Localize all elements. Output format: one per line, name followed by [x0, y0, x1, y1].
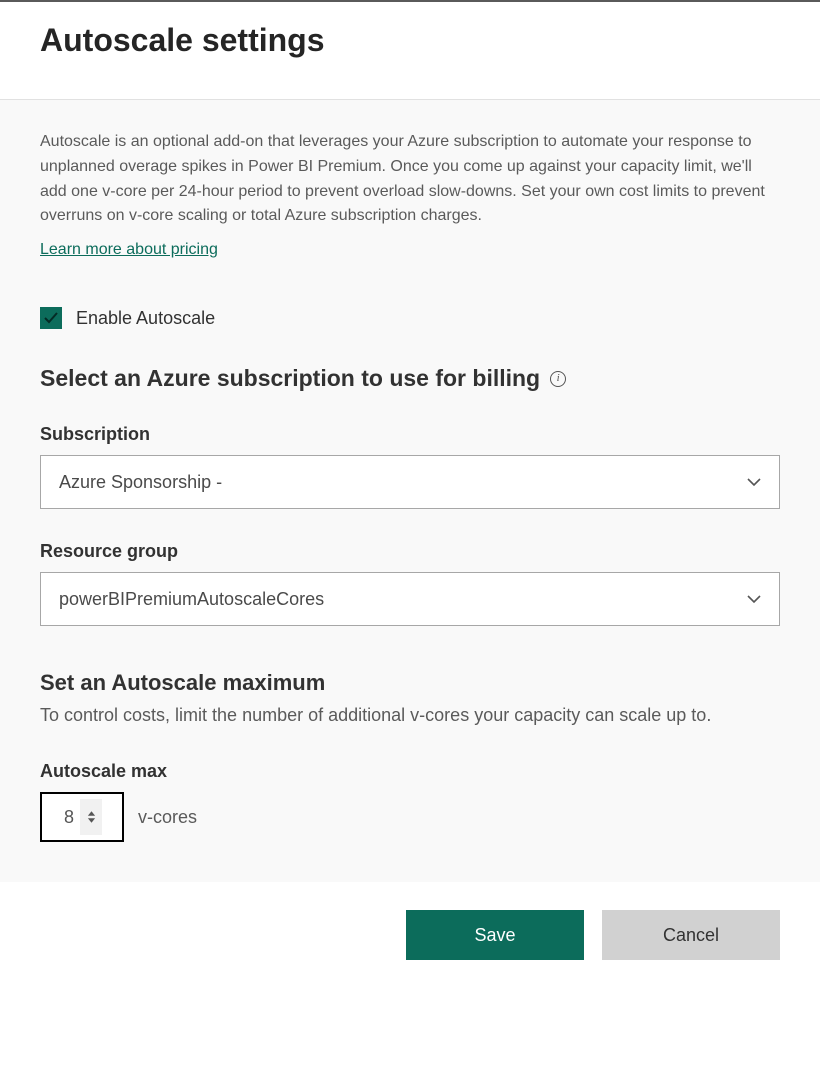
resource-group-dropdown[interactable]: powerBIPremiumAutoscaleCores [40, 572, 780, 626]
autoscale-max-row: v-cores [40, 792, 780, 842]
resource-group-value: powerBIPremiumAutoscaleCores [59, 589, 324, 610]
checkmark-icon [43, 310, 59, 326]
learn-more-link[interactable]: Learn more about pricing [40, 241, 218, 259]
billing-heading: Select an Azure subscription to use for … [40, 365, 780, 392]
triangle-up-icon [87, 810, 96, 817]
chevron-down-icon [747, 592, 761, 606]
info-icon[interactable]: i [550, 371, 566, 387]
autoscale-max-input[interactable] [48, 807, 80, 828]
chevron-down-icon [747, 475, 761, 489]
quantity-stepper[interactable] [80, 799, 102, 835]
maximum-heading: Set an Autoscale maximum [40, 670, 780, 696]
enable-autoscale-checkbox[interactable] [40, 307, 62, 329]
subscription-dropdown[interactable]: Azure Sponsorship - [40, 455, 780, 509]
dialog-footer: Save Cancel [0, 882, 820, 978]
subscription-label: Subscription [40, 424, 780, 445]
dialog-body: Autoscale is an optional add-on that lev… [0, 99, 820, 882]
autoscale-max-label: Autoscale max [40, 761, 780, 782]
maximum-description: To control costs, limit the number of ad… [40, 702, 780, 729]
enable-autoscale-label: Enable Autoscale [76, 308, 215, 329]
triangle-down-icon [87, 817, 96, 824]
subscription-value: Azure Sponsorship - [59, 472, 222, 493]
dialog-header: Autoscale settings [0, 2, 820, 99]
autoscale-max-input-wrap [40, 792, 124, 842]
enable-autoscale-row: Enable Autoscale [40, 307, 780, 329]
resource-group-label: Resource group [40, 541, 780, 562]
cancel-button[interactable]: Cancel [602, 910, 780, 960]
intro-text: Autoscale is an optional add-on that lev… [40, 130, 780, 229]
billing-heading-text: Select an Azure subscription to use for … [40, 365, 540, 392]
page-title: Autoscale settings [40, 22, 780, 59]
save-button[interactable]: Save [406, 910, 584, 960]
autoscale-max-unit: v-cores [138, 807, 197, 828]
